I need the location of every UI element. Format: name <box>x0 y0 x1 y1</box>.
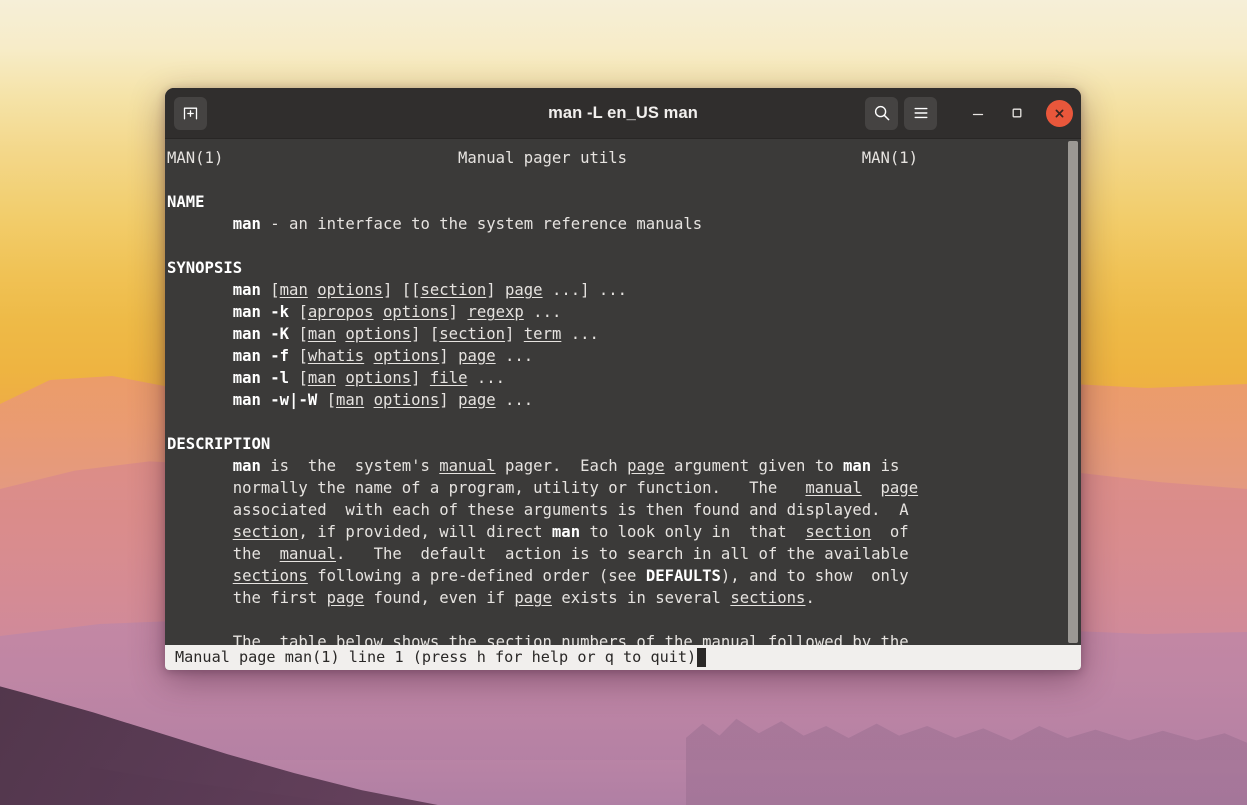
new-tab-icon <box>183 107 198 119</box>
new-tab-button[interactable] <box>174 96 207 130</box>
titlebar: man -L en_US man <box>165 88 1081 139</box>
pager-status-line: Manual page man(1) line 1 (press h for h… <box>165 645 1081 670</box>
close-button[interactable] <box>1046 99 1073 127</box>
search-button[interactable] <box>865 96 898 130</box>
terminal-scrollbar[interactable] <box>1068 139 1078 645</box>
titlebar-controls <box>865 96 1073 130</box>
search-icon <box>874 105 889 121</box>
terminal-content-area[interactable]: MAN(1) Manual pager utils MAN(1) NAME ma… <box>165 139 1081 645</box>
wallpaper-treeline <box>685 718 1247 805</box>
maximize-button[interactable] <box>1000 97 1033 130</box>
minimize-button[interactable] <box>961 97 994 130</box>
desktop: man -L en_US man MAN(1) Manual pager uti… <box>0 0 1247 805</box>
text-cursor <box>697 648 707 667</box>
close-icon <box>1055 109 1064 117</box>
maximize-icon <box>1012 108 1021 118</box>
minimize-icon <box>972 113 983 116</box>
terminal-scrollbar-thumb[interactable] <box>1068 141 1078 643</box>
hamburger-menu-icon <box>914 107 927 119</box>
man-page-text: MAN(1) Manual pager utils MAN(1) NAME ma… <box>167 149 919 645</box>
menu-button[interactable] <box>904 96 937 130</box>
pager-status-text: Manual page man(1) line 1 (press h for h… <box>175 648 697 666</box>
terminal-window: man -L en_US man MAN(1) Manual pager uti… <box>165 88 1081 670</box>
